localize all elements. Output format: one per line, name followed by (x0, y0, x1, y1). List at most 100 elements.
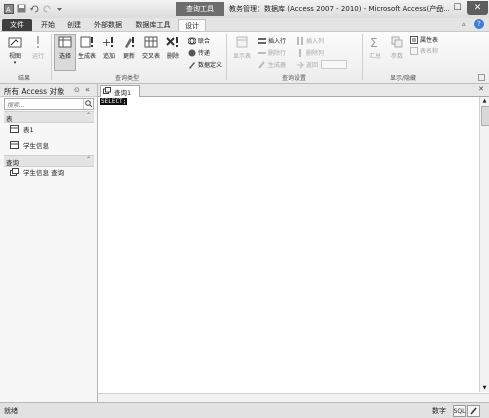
table-names-button[interactable]: 表名称 (410, 46, 438, 55)
group-query-type-label: 查询类型 (115, 75, 140, 82)
collapse-icon[interactable]: ⌃ (86, 156, 91, 163)
property-sheet-button[interactable]: 属性表 (410, 35, 438, 44)
nav-item-query[interactable]: 学生信息 查询 (10, 166, 64, 178)
collapse-icon[interactable]: ⌃ (86, 112, 91, 119)
help-icon[interactable]: ? (474, 19, 484, 29)
minimize-button[interactable]: — (431, 1, 448, 15)
view-label: 视图 (8, 53, 21, 60)
svg-text:+: + (102, 36, 111, 49)
show-table-icon (235, 35, 249, 49)
union-button[interactable]: 联合 (188, 36, 210, 45)
make-table-icon (80, 35, 94, 49)
return-icon (296, 61, 304, 69)
nav-search-input[interactable]: 搜索... (4, 98, 94, 110)
delete-query-button[interactable]: 删除 (164, 35, 182, 60)
totals-label: 汇总 (368, 53, 381, 60)
view-button[interactable]: 视图 ▾ (5, 35, 25, 66)
status-bar: 就绪 数字 SQL (0, 402, 489, 418)
make-table-button[interactable]: 生成表 (76, 35, 98, 60)
view-icon (8, 35, 22, 49)
delete-rows-button[interactable]: 删除行 (258, 48, 286, 57)
ribbon: 视图 ▾ 运行 结果 选择 生成表 + 追加 更新 交叉表 删除 联合 传递 数… (0, 31, 489, 84)
navigation-pane: 所有 Access 对象 ⊙ « 搜索... 表 ⌃ 表1 学生信息 查询 ⌃ … (0, 84, 98, 402)
make-table-label: 生成表 (77, 53, 96, 60)
run-button[interactable]: 运行 (28, 35, 48, 60)
property-sheet-icon (410, 35, 418, 44)
tab-database-tools[interactable]: 数据库工具 (130, 19, 176, 31)
run-label: 运行 (31, 53, 44, 60)
append-button[interactable]: + 追加 (100, 35, 118, 60)
delete-label: 删除 (166, 53, 179, 60)
nav-item-table[interactable]: 学生信息 (10, 139, 49, 151)
nav-group-tables[interactable]: 表 ⌃ (4, 111, 94, 123)
nav-menu-chevron-icon[interactable]: ⊙ (74, 86, 80, 94)
customize-qat-icon[interactable] (54, 3, 65, 14)
vertical-scrollbar[interactable]: ▲ ▼ (479, 97, 489, 392)
close-button[interactable]: ✕ (467, 1, 488, 15)
title-bar: A 查询工具 教务管理：数据库 (Access 2007 - 2010) - M… (0, 0, 489, 19)
redo-icon[interactable] (42, 3, 53, 14)
show-hide-dialog-launcher[interactable] (478, 74, 485, 81)
insert-rows-button[interactable]: 插入行 (258, 36, 286, 45)
show-table-button[interactable]: 显示表 (230, 35, 254, 60)
sigma-icon: Σ (368, 35, 382, 49)
scroll-down-icon[interactable]: ▼ (481, 385, 488, 391)
group-show-hide-label: 显示/隐藏 (390, 75, 417, 82)
numlock-indicator: 数字 (432, 407, 446, 415)
maximize-button[interactable]: ☐ (449, 1, 466, 15)
sql-editor[interactable]: SELECT; (100, 97, 475, 393)
crosstab-button[interactable]: 交叉表 (140, 35, 162, 60)
show-table-label: 显示表 (232, 53, 251, 60)
vertical-scroll-thumb[interactable] (481, 106, 489, 126)
search-icon[interactable] (83, 99, 93, 109)
group-query-setup-label: 查询设置 (282, 75, 307, 82)
pass-through-button[interactable]: 传递 (188, 48, 210, 57)
data-definition-icon (188, 61, 196, 69)
delete-rows-icon (258, 49, 266, 57)
tab-create[interactable]: 创建 (62, 19, 86, 31)
query-tools-context-label: 查询工具 (176, 2, 224, 16)
return-top-values[interactable]: 返回 (296, 60, 348, 69)
table-icon (10, 125, 19, 133)
return-dropdown[interactable] (321, 60, 348, 69)
sql-view-button[interactable]: SQL (453, 405, 466, 417)
collapse-ribbon-icon[interactable]: ▵ (462, 20, 466, 28)
window-title: 教务管理：数据库 (Access 2007 - 2010) - Microsof… (229, 5, 450, 13)
close-document-icon[interactable]: ✕ (478, 85, 484, 93)
group-results-label: 结果 (18, 75, 31, 82)
delete-query-icon (166, 35, 180, 49)
run-icon (31, 35, 45, 49)
update-button[interactable]: 更新 (120, 35, 138, 60)
svg-text:Σ: Σ (370, 36, 378, 49)
horizontal-scrollbar[interactable] (98, 393, 489, 402)
insert-columns-button[interactable]: 插入列 (296, 36, 324, 45)
delete-columns-button[interactable]: 删除列 (296, 48, 324, 57)
builder-icon (258, 60, 266, 69)
totals-button[interactable]: Σ 汇总 (366, 35, 384, 60)
parameters-label: 参数 (390, 53, 403, 60)
view-dropdown-icon: ▾ (13, 60, 17, 66)
group-separator (362, 34, 363, 80)
tab-query1[interactable]: 查询1 (100, 85, 140, 97)
scroll-up-icon[interactable]: ▲ (481, 98, 488, 104)
insert-columns-icon (296, 36, 304, 45)
parameters-button[interactable]: 参数 (388, 35, 406, 60)
union-icon (188, 37, 196, 45)
sql-text: SELECT; (100, 98, 128, 105)
shutter-bar-icon[interactable]: « (85, 85, 90, 94)
app-icon[interactable]: A (3, 3, 14, 14)
builder-button[interactable]: 生成器 (258, 60, 286, 69)
tab-home[interactable]: 开始 (36, 19, 60, 31)
nav-header[interactable]: 所有 Access 对象 ⊙ « (0, 84, 97, 97)
save-icon[interactable] (16, 3, 27, 14)
table-icon (10, 141, 19, 149)
tab-external-data[interactable]: 外部数据 (89, 19, 127, 31)
undo-icon[interactable] (29, 3, 40, 14)
tab-file[interactable]: 文件 (2, 19, 32, 31)
nav-item-table[interactable]: 表1 (10, 123, 34, 135)
select-query-button[interactable]: 选择 (54, 34, 76, 71)
design-view-button[interactable] (467, 405, 480, 417)
select-query-icon (58, 35, 72, 49)
status-text: 就绪 (4, 407, 18, 415)
data-definition-button[interactable]: 数据定义 (188, 60, 222, 69)
